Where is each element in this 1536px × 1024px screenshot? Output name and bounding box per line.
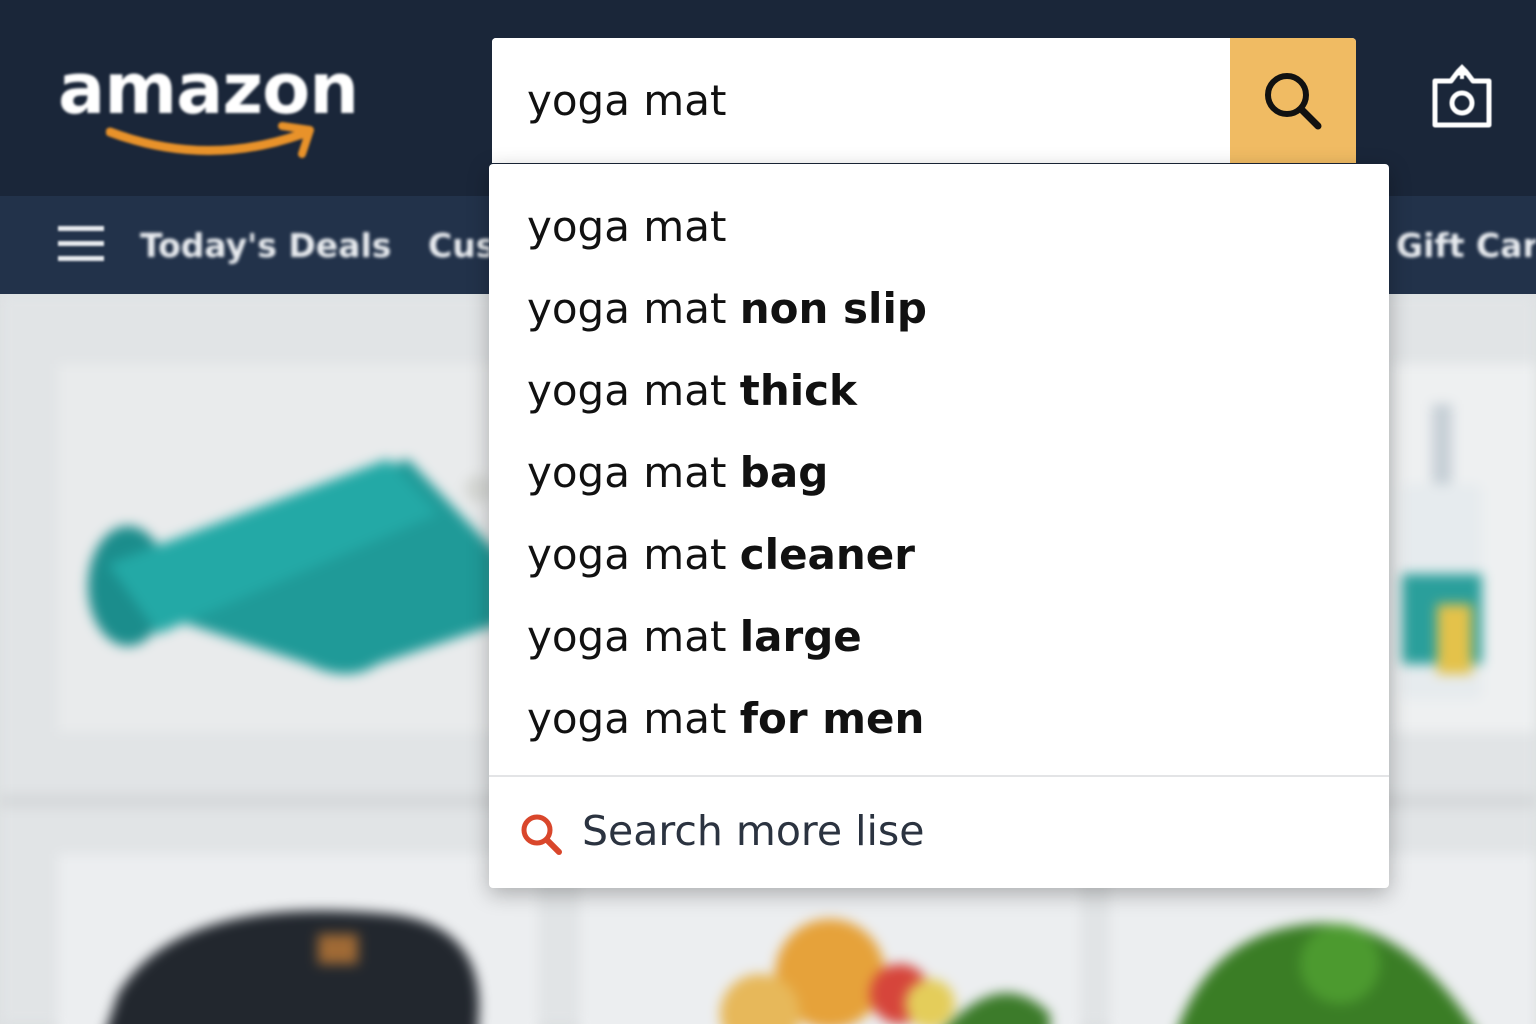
search-icon [521, 814, 562, 855]
product-tile [1392, 364, 1536, 732]
search-suggestions-dropdown: yoga mat yoga mat non slip yoga mat thic… [489, 164, 1389, 888]
search-more-button[interactable]: Search more lise [489, 777, 1389, 888]
nav-link-todays-deals[interactable]: Today's Deals [140, 222, 391, 270]
product-tile [58, 364, 498, 732]
suggestion-suffix: for men [739, 693, 925, 743]
suggestion-item[interactable]: yoga mat for men [489, 677, 1389, 759]
suggestion-suffix: cleaner [739, 529, 915, 579]
product-tile [58, 854, 538, 1024]
search-submit-button[interactable] [1230, 38, 1356, 163]
suggestion-prefix: yoga mat [527, 611, 740, 661]
amazon-logo[interactable]: amazon [56, 44, 386, 164]
suggestion-item[interactable]: yoga mat non slip [489, 267, 1389, 349]
suggestion-item[interactable]: yoga mat [489, 185, 1389, 267]
suggestion-prefix: yoga mat [527, 693, 740, 743]
suggestion-suffix: large [739, 611, 862, 661]
nav-link-gift-cards[interactable]: Gift Card [1396, 222, 1536, 270]
suggestion-item[interactable]: yoga mat cleaner [489, 513, 1389, 595]
suggestion-prefix: yoga mat [527, 201, 727, 251]
mat-bag-image [108, 910, 479, 1024]
search-more-label: Search more lise [582, 807, 925, 855]
search-input[interactable] [492, 38, 1230, 163]
menu-button[interactable] [56, 222, 106, 266]
suggestion-suffix: non slip [739, 283, 927, 333]
camera-icon [1432, 64, 1492, 128]
suggestion-item[interactable]: yoga mat bag [489, 431, 1389, 513]
suggestion-item[interactable]: yoga mat large [489, 595, 1389, 677]
camera-search-button[interactable] [1422, 58, 1502, 138]
suggestion-prefix: yoga mat [527, 283, 740, 333]
search-icon [1265, 72, 1322, 129]
nav-link-customer-service[interactable]: Cus [428, 222, 490, 270]
cleaner-bottle-image [1402, 404, 1482, 699]
smile-arrow-icon [106, 122, 314, 158]
hamburger-menu-icon [58, 226, 104, 261]
yoga-mat-image [88, 459, 498, 674]
suggestion-suffix: thick [739, 365, 857, 415]
suggestion-prefix: yoga mat [527, 447, 740, 497]
suggestion-prefix: yoga mat [527, 365, 740, 415]
suggestion-item[interactable]: yoga mat thick [489, 349, 1389, 431]
suggestion-prefix: yoga mat [527, 529, 740, 579]
search-bar [492, 38, 1356, 163]
suggestion-suffix: bag [739, 447, 829, 497]
